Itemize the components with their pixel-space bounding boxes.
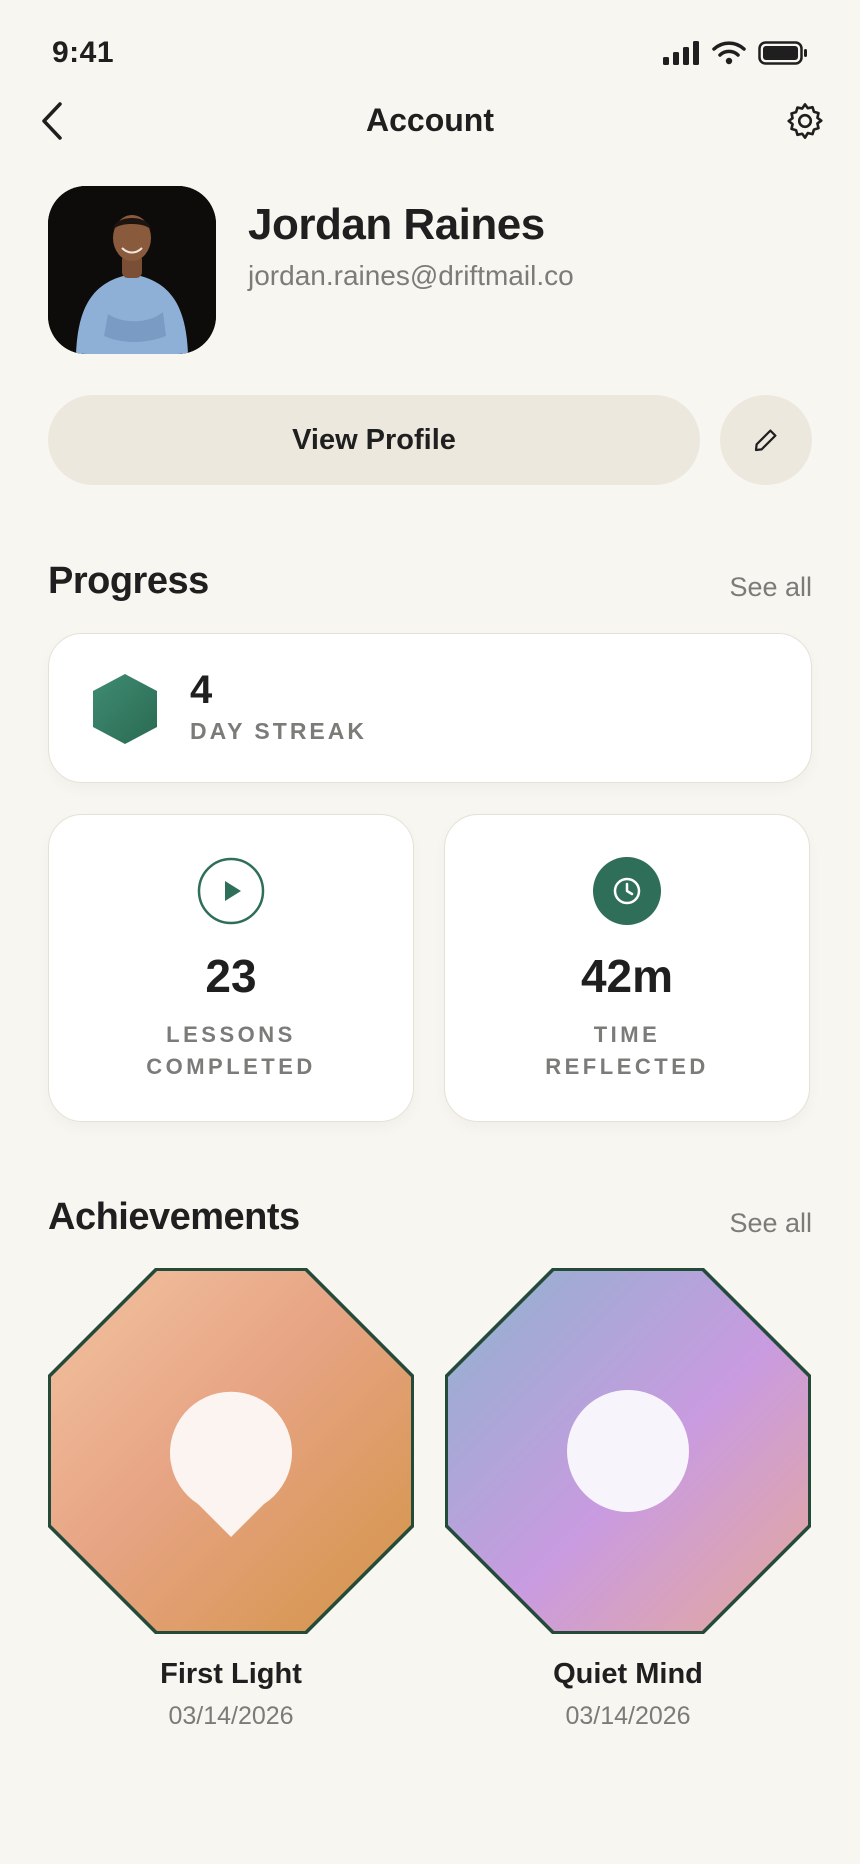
badge-date-first-light: 03/14/2026 bbox=[168, 1702, 294, 1730]
settings-button[interactable] bbox=[784, 100, 826, 142]
time-label: TIME REFLECTED bbox=[445, 1019, 809, 1083]
gear-icon bbox=[787, 103, 823, 139]
lessons-label-line1: LESSONS bbox=[166, 1022, 296, 1047]
pencil-icon bbox=[754, 429, 777, 452]
edit-profile-button[interactable] bbox=[720, 395, 812, 485]
avatar-photo bbox=[48, 186, 216, 354]
badge-title-quiet-mind: Quiet Mind bbox=[553, 1658, 703, 1690]
view-profile-button[interactable]: View Profile bbox=[48, 395, 700, 485]
progress-see-all-link[interactable]: See all bbox=[729, 572, 812, 603]
circle-icon bbox=[567, 1390, 689, 1512]
badge-date-quiet-mind: 03/14/2026 bbox=[565, 1702, 691, 1730]
lessons-label: LESSONS COMPLETED bbox=[49, 1019, 413, 1083]
profile-name: Jordan Raines bbox=[248, 200, 545, 249]
hexagon-icon bbox=[93, 674, 157, 744]
avatar[interactable] bbox=[48, 186, 216, 354]
streak-card[interactable] bbox=[48, 633, 812, 783]
streak-label: DAY STREAK bbox=[190, 718, 367, 744]
lessons-value: 23 bbox=[205, 950, 257, 1002]
battery-icon bbox=[758, 41, 807, 65]
play-icon bbox=[197, 857, 265, 925]
achievements-see-all-link[interactable]: See all bbox=[729, 1208, 812, 1239]
progress-title: Progress bbox=[48, 560, 209, 602]
wifi-icon bbox=[712, 41, 746, 65]
lessons-card[interactable]: 23 LESSONS COMPLETED bbox=[48, 814, 414, 1122]
lessons-label-line2: COMPLETED bbox=[146, 1054, 316, 1079]
streak-value: 4 bbox=[190, 668, 213, 712]
quiet-mind-badge[interactable] bbox=[445, 1268, 811, 1634]
achievements-title: Achievements bbox=[48, 1196, 300, 1238]
status-icons bbox=[662, 40, 808, 66]
page-title: Account bbox=[366, 102, 494, 138]
time-label-line2: REFLECTED bbox=[545, 1054, 709, 1079]
time-label-line1: TIME bbox=[593, 1022, 661, 1047]
first-light-badge[interactable] bbox=[48, 1268, 414, 1634]
badge-title-first-light: First Light bbox=[160, 1658, 302, 1690]
signal-icon bbox=[663, 41, 699, 65]
clock-icon bbox=[593, 857, 661, 925]
time-value: 42m bbox=[580, 950, 674, 1002]
profile-email: jordan.raines@driftmail.co bbox=[248, 260, 574, 291]
time-card[interactable]: 42m TIME REFLECTED bbox=[444, 814, 810, 1122]
status-time: 9:41 bbox=[52, 36, 115, 69]
